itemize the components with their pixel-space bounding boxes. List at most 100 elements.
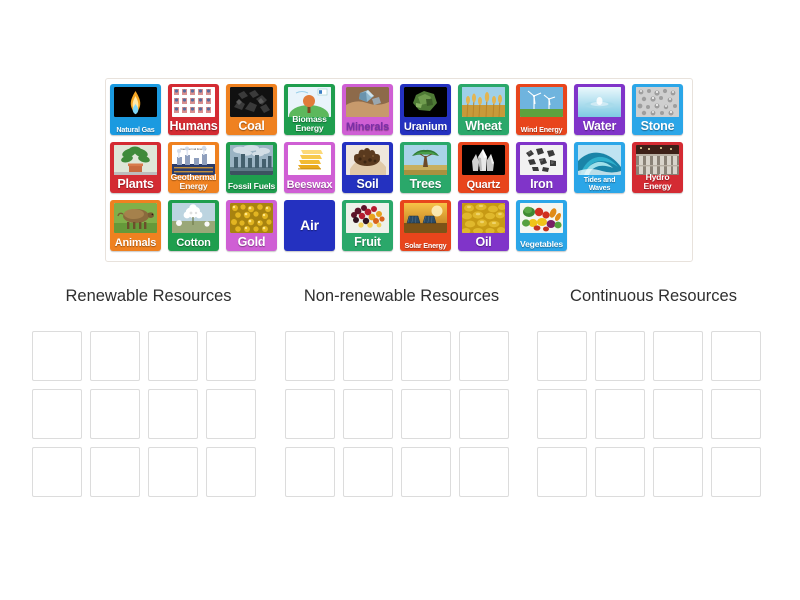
drop-slot[interactable] [595,388,645,439]
tile-geothermal-energy[interactable]: Geothermal Energy Geothermal Energy [168,142,219,193]
tile-soil[interactable]: Soil [342,142,393,193]
drop-slot[interactable] [653,330,703,381]
drop-slot[interactable] [343,330,393,381]
tile-quartz[interactable]: Quartz [458,142,509,193]
drop-slot[interactable] [32,446,82,497]
cotton-boll-icon [172,203,215,233]
tile-cotton[interactable]: Cotton [168,200,219,251]
tile-trees[interactable]: Trees [400,142,451,193]
group-sort-activity: Natural Gas Humans Coal Biomass Energy Miner… [0,0,800,600]
drop-slot[interactable] [653,446,703,497]
drop-slot[interactable] [90,446,140,497]
drop-slot[interactable] [711,330,761,381]
drop-zone-grid[interactable] [285,330,518,497]
drop-slot[interactable] [711,446,761,497]
tile-label: Natural Gas [116,124,155,134]
tile-minerals[interactable]: Minerals [342,84,393,135]
drop-slot[interactable] [285,446,335,497]
tile-humans[interactable]: Humans [168,84,219,135]
drop-slot[interactable] [32,330,82,381]
drop-slot[interactable] [711,388,761,439]
drop-slot[interactable] [148,446,198,497]
tile-iron[interactable]: Iron [516,142,567,193]
soil-hand-icon [346,145,389,175]
tile-stone[interactable]: Stone [632,84,683,135]
tile-hydro-energy[interactable]: Hydro Energy [632,142,683,193]
category-title: Non-renewable Resources [303,287,500,305]
vegetables-icon [520,203,563,233]
tile-fruit[interactable]: Fruit [342,200,393,251]
drop-slot[interactable] [537,330,587,381]
drop-slot[interactable] [459,388,509,439]
drop-slot[interactable] [90,330,140,381]
drop-slot[interactable] [32,388,82,439]
drop-slot[interactable] [459,330,509,381]
tile-wheat[interactable]: Wheat [458,84,509,135]
tile-gold[interactable]: Gold [226,200,277,251]
mixed-berries-icon [346,203,389,233]
drop-slot[interactable] [401,330,451,381]
iron-ore-icon [520,145,563,175]
drop-slot[interactable] [206,330,256,381]
tile-label: Beeswax [286,178,333,191]
coal-lumps-icon [230,87,273,117]
drop-slot[interactable] [595,446,645,497]
potted-plant-icon [114,145,157,175]
tile-water[interactable]: Water [574,84,625,135]
tile-label: Plants [117,177,154,192]
tile-plants[interactable]: Plants [110,142,161,193]
water-drop-icon [578,87,621,117]
tile-natural-gas[interactable]: Natural Gas [110,84,161,135]
tile-animals[interactable]: Animals [110,200,161,251]
tile-fossil-fuels[interactable]: Fossil Fuels [226,142,277,193]
tile-label: Quartz [466,178,501,191]
tile-label: Hydro Energy [643,172,672,192]
tile-solar-energy[interactable]: Solar Energy [400,200,451,251]
tile-label: Fossil Fuels [227,181,276,192]
tile-row: Animals Cotton Gold Air Fruit Solar Energy Oil… [110,200,688,251]
category-title: Continuous Resources [570,287,737,305]
wind-turbine-icon [520,87,563,117]
tile-tides-and-waves[interactable]: Tides and Waves [574,142,625,193]
drop-slot[interactable] [653,388,703,439]
tile-oil[interactable]: Oil [458,200,509,251]
drop-slot[interactable] [595,330,645,381]
tile-biomass-energy[interactable]: Biomass Energy [284,84,335,135]
drop-slot[interactable] [537,446,587,497]
category-renewable-resources: Renewable Resources [32,288,265,497]
drop-slot[interactable] [148,388,198,439]
drop-slot[interactable] [401,388,451,439]
drop-slot[interactable] [148,330,198,381]
drop-slot[interactable] [343,446,393,497]
tile-label: Cotton [176,236,211,249]
tile-beeswax[interactable]: Beeswax [284,142,335,193]
tile-label: Soil [356,177,379,192]
tile-tray: Natural Gas Humans Coal Biomass Energy Miner… [105,78,693,262]
tile-vegetables[interactable]: Vegetables [516,200,567,251]
tile-label: Uranium [403,120,448,133]
tile-coal[interactable]: Coal [226,84,277,135]
tile-label: Fruit [354,235,381,250]
tile-wind-energy[interactable]: Wind Energy [516,84,567,135]
drop-slot[interactable] [537,388,587,439]
people-grid-icon [172,87,215,117]
drop-slot[interactable] [90,388,140,439]
acacia-tree-icon [404,145,447,175]
quartz-crystal-icon [462,145,505,175]
tile-label: Air [300,217,319,234]
oil-texture-icon [462,203,505,233]
drop-slot[interactable] [459,446,509,497]
drop-slot[interactable] [285,388,335,439]
drop-slot[interactable] [285,330,335,381]
tile-label: Stone [640,119,675,134]
drop-slot[interactable] [343,388,393,439]
tile-label: Tides and Waves [583,175,616,192]
tile-label: Iron [530,177,553,192]
tile-uranium[interactable]: Uranium [400,84,451,135]
tile-air[interactable]: Air [284,200,335,251]
drop-zone-grid[interactable] [537,330,770,497]
drop-slot[interactable] [206,388,256,439]
drop-slot[interactable] [206,446,256,497]
drop-slot[interactable] [401,446,451,497]
drop-zone-grid[interactable] [32,330,265,497]
